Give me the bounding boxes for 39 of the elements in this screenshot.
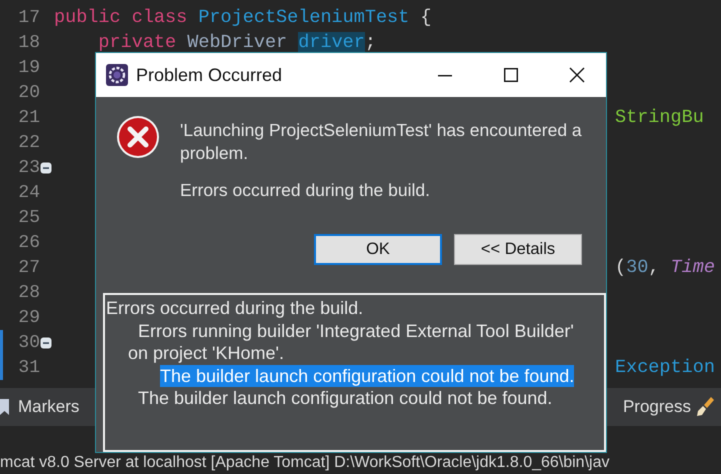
line-number: 22 xyxy=(17,132,40,152)
collapse-icon[interactable] xyxy=(40,336,52,348)
line-number: 26 xyxy=(17,232,40,252)
close-icon[interactable] xyxy=(569,67,585,83)
line-number: 28 xyxy=(17,282,40,302)
brush-icon xyxy=(697,396,715,418)
line-number: 17 xyxy=(17,8,40,28)
console-line: mcat v8.0 Server at localhost [Apache Tomcat] D:\WorkSoft\Oracle\jdk1.8.0_66\bin\jav xyxy=(0,454,610,472)
line-number: 31 xyxy=(17,358,40,378)
line-number: 27 xyxy=(17,258,40,278)
line-number: 30 xyxy=(17,332,40,352)
detail-line: Errors running builder 'Integrated External Tool Builder' on project 'KHome'. xyxy=(128,320,575,364)
error-summary: Errors occurred during the build. xyxy=(180,179,431,202)
line-number: 21 xyxy=(17,108,40,128)
detail-line: Errors occurred during the build. xyxy=(106,297,364,320)
dialog-button[interactable]: OK xyxy=(314,234,442,265)
error-icon xyxy=(116,115,160,159)
maximize-icon[interactable] xyxy=(504,68,518,82)
line-number: 18 xyxy=(17,32,40,52)
code-fragment: (30, Time xyxy=(615,258,715,276)
line-number: 24 xyxy=(17,182,40,202)
error-message: 'Launching ProjectSeleniumTest' has encountered a problem. xyxy=(180,119,583,165)
line-number: 25 xyxy=(17,208,40,228)
code-fragment: StringBu xyxy=(615,108,704,126)
code-line: private WebDriver driver; xyxy=(97,34,376,52)
dialog-title: Problem Occurred xyxy=(136,64,284,86)
dialog-button[interactable]: << Details xyxy=(454,234,582,265)
line-number: 20 xyxy=(17,82,40,102)
panel-tab[interactable]: Markers xyxy=(18,397,80,417)
bookmark-icon xyxy=(0,398,12,416)
line-number: 19 xyxy=(17,58,40,78)
app-icon xyxy=(106,64,128,86)
line-number: 23 xyxy=(17,158,40,178)
line-number: 29 xyxy=(17,308,40,328)
code-line: public class ProjectSeleniumTest { xyxy=(54,8,432,26)
panel-tab[interactable]: Progress xyxy=(622,397,691,417)
code-fragment: Exception xyxy=(615,358,715,376)
collapse-icon[interactable] xyxy=(40,162,52,174)
detail-line: The builder launch configuration could not be found. xyxy=(137,387,554,410)
